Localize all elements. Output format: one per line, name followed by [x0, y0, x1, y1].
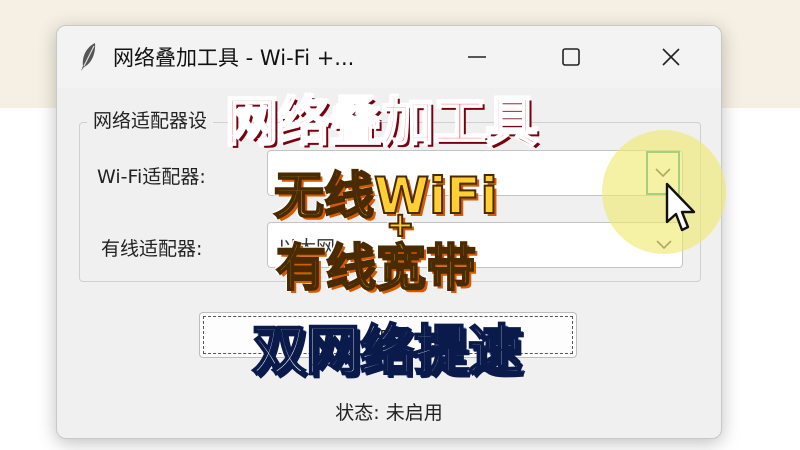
wifi-adapter-label: Wi-Fi适配器: — [97, 166, 206, 188]
close-button[interactable] — [641, 34, 701, 80]
window-title: 网络叠加工具 - Wi-Fi +... — [113, 46, 355, 70]
overlay-line-broadband: 有线宽带 — [275, 238, 477, 298]
minimize-button[interactable] — [447, 34, 507, 80]
wired-adapter-label: 有线适配器: — [101, 238, 203, 260]
groupbox-title: 网络适配器设 — [87, 106, 214, 133]
overlay-title: 网络叠加工具 — [225, 92, 539, 154]
mouse-cursor-icon — [665, 182, 696, 232]
title-bar[interactable]: 网络叠加工具 - Wi-Fi +... — [57, 26, 721, 88]
feather-icon — [81, 43, 96, 71]
minimize-icon — [468, 56, 486, 58]
maximize-button[interactable] — [541, 34, 601, 80]
maximize-icon — [562, 48, 580, 66]
overlay-line-boost: 双网络提速 — [251, 318, 523, 383]
status-text: 状态: 未启用 — [335, 402, 443, 424]
close-icon — [662, 48, 680, 66]
